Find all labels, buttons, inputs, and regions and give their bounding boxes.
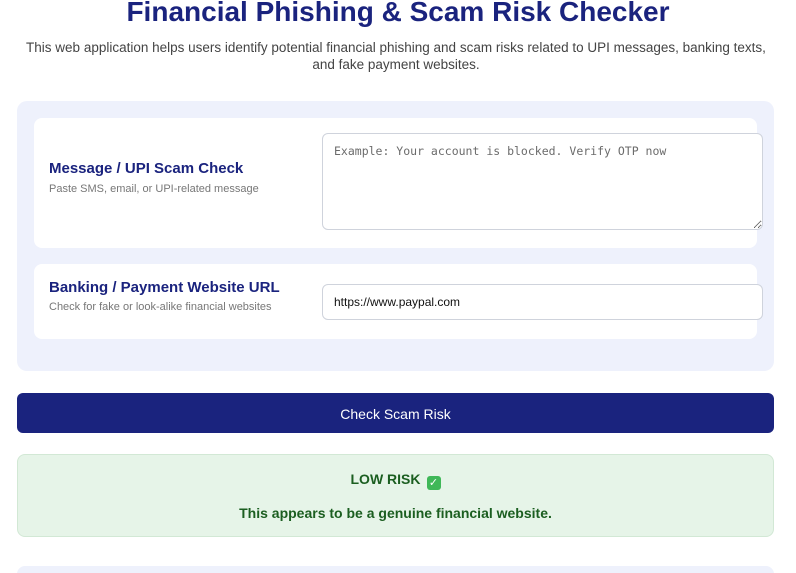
page-subtitle: This web application helps users identif… bbox=[26, 40, 766, 72]
page: Financial Phishing & Scam Risk Checker T… bbox=[0, 0, 796, 573]
risk-level-label: LOW RISK bbox=[350, 471, 421, 487]
page-title: Financial Phishing & Scam Risk Checker bbox=[126, 0, 670, 27]
message-check-card: Message / UPI Scam Check Paste SMS, emai… bbox=[34, 118, 763, 248]
input-form-panel: Message / UPI Scam Check Paste SMS, emai… bbox=[17, 101, 774, 371]
next-panel bbox=[17, 566, 774, 573]
result-panel: LOW RISK ✓ This appears to be a genuine f… bbox=[17, 454, 774, 537]
message-check-title: Message / UPI Scam Check bbox=[49, 160, 244, 177]
risk-level-row: LOW RISK ✓ bbox=[18, 471, 773, 490]
check-scam-risk-button[interactable]: Check Scam Risk bbox=[17, 393, 774, 433]
result-message: This appears to be a genuine financial w… bbox=[239, 505, 552, 521]
check-mark-icon: ✓ bbox=[426, 476, 441, 490]
url-input[interactable] bbox=[322, 284, 763, 320]
url-check-description: Check for fake or look-alike financial w… bbox=[49, 301, 272, 313]
url-check-card: Banking / Payment Website URL Check for … bbox=[34, 264, 763, 339]
url-check-title: Banking / Payment Website URL bbox=[49, 279, 280, 296]
message-input[interactable] bbox=[322, 133, 763, 230]
message-check-description: Paste SMS, email, or UPI-related message bbox=[49, 183, 259, 195]
